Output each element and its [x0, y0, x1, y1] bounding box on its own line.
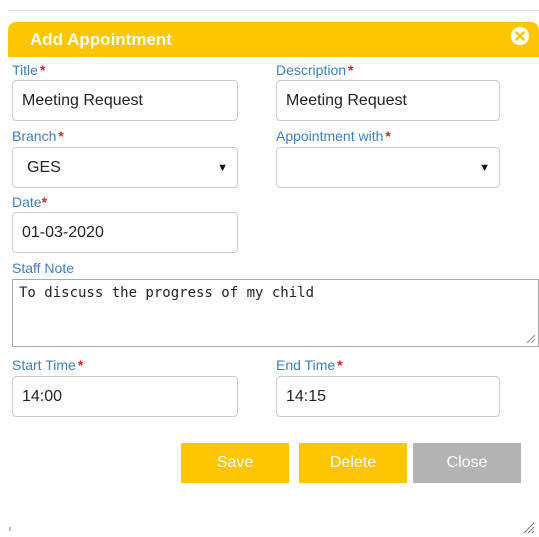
appointment-with-select[interactable]: ▼	[276, 147, 500, 188]
required-marker: *	[39, 62, 46, 78]
title-label: Title *	[12, 62, 46, 78]
end-time-label: End Time *	[276, 357, 343, 373]
end-time-value: 14:15	[286, 387, 327, 405]
dialog-corner-mark	[9, 527, 11, 531]
required-marker: *	[337, 357, 343, 373]
dialog-title: Add Appointment	[30, 30, 172, 49]
delete-button[interactable]: Delete	[299, 443, 407, 483]
branch-select-value: GES	[27, 158, 61, 176]
title-field-value: Meeting Request	[22, 91, 143, 109]
required-marker: *	[348, 62, 354, 78]
date-label: Date*	[12, 194, 48, 210]
close-icon[interactable]	[511, 27, 529, 45]
start-time-field[interactable]: 14:00	[12, 376, 238, 417]
close-button[interactable]: Close	[413, 443, 521, 483]
staff-note-label: Staff Note	[12, 260, 75, 276]
description-field[interactable]: Meeting Request	[276, 80, 500, 121]
required-marker: *	[77, 357, 84, 373]
required-marker: *	[41, 194, 48, 210]
dropdown-arrow-icon: ▼	[479, 161, 490, 174]
start-time-label: Start Time *	[12, 357, 84, 373]
date-field[interactable]: 01-03-2020	[12, 212, 238, 253]
start-time-value: 14:00	[22, 387, 63, 405]
required-marker: *	[58, 128, 64, 144]
dialog-resize-icon[interactable]	[523, 522, 535, 534]
appointment-with-label: Appointment with *	[276, 128, 391, 144]
staff-note-textarea[interactable]: To discuss the progress of my child	[12, 279, 539, 347]
resize-handle-icon[interactable]	[526, 334, 536, 344]
date-field-value: 01-03-2020	[22, 223, 104, 241]
staff-note-value: To discuss the progress of my child	[19, 285, 315, 301]
required-marker: *	[385, 128, 391, 144]
dropdown-arrow-icon: ▼	[217, 161, 228, 174]
dialog-titlebar[interactable]: Add Appointment	[8, 22, 539, 57]
description-label: Description *	[276, 62, 354, 78]
branch-select[interactable]: GES ▼	[12, 147, 238, 188]
description-field-value: Meeting Request	[286, 91, 407, 109]
save-button[interactable]: Save	[181, 443, 289, 483]
title-field[interactable]: Meeting Request	[12, 80, 238, 121]
branch-label: Branch *	[12, 128, 64, 144]
end-time-field[interactable]: 14:15	[276, 376, 500, 417]
dialog-top-border	[8, 10, 539, 11]
